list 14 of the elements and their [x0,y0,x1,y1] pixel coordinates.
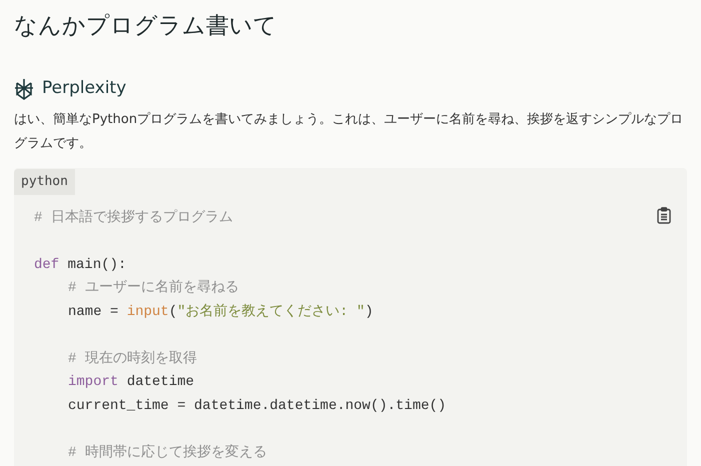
code-line: # 現在の時刻を取得 [68,349,197,368]
code-line: current_time = datetime.datetime.now().time() [68,396,446,416]
question-title: なんかプログラム書いて [14,12,278,41]
code-line: # ユーザーに名前を尋ねる [68,278,239,298]
answer-text: はい、簡単なPythonプログラムを書いてみましょう。これは、ユーザーに名前を尋ね、挨拶を返すシンプルなプログラムです。 [14,110,684,152]
code-line: import datetime [68,373,194,392]
code-line: name = input("お名前を教えてください: ") [68,302,374,322]
source-name: Perplexity [42,77,126,100]
code-line: def main(): [34,256,126,274]
code-line: # 時間帯に応じて挨拶を変える [68,443,267,462]
clipboard-icon[interactable] [657,206,671,224]
code-line: # 日本語で挨拶するプログラム [34,208,233,228]
language-tag: python [14,168,75,194]
logo-icon [14,78,34,100]
